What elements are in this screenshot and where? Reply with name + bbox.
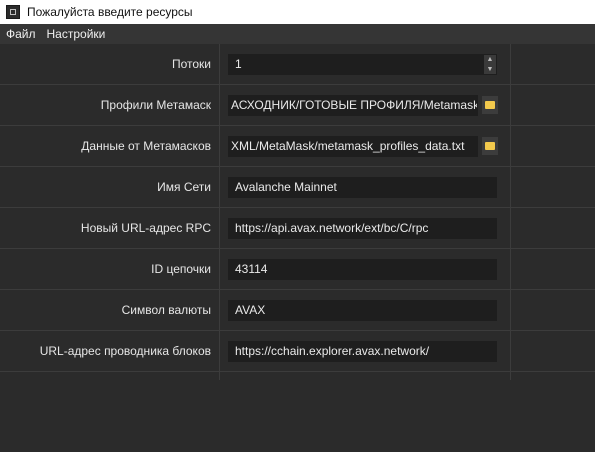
chain-id-label: ID цепочки <box>151 262 211 276</box>
profiles-path-input[interactable]: АСХОДНИК/ГОТОВЫЕ ПРОФИЛЯ/Metamask <box>228 95 478 116</box>
spin-down-icon[interactable]: ▼ <box>484 65 496 75</box>
profiles-label: Профили Метамаск <box>100 98 211 112</box>
network-name-input[interactable]: Avalanche Mainnet <box>228 177 497 198</box>
chain-id-input[interactable]: 43114 <box>228 259 497 280</box>
data-path-input[interactable]: XML/MetaMask/metamask_profiles_data.txt <box>228 136 478 157</box>
explorer-url-input[interactable]: https://cchain.explorer.avax.network/ <box>228 341 497 362</box>
form-row-profiles: Профили Метамаск АСХОДНИК/ГОТОВЫЕ ПРОФИЛ… <box>0 85 595 126</box>
form-row-network-name: Имя Сети Avalanche Mainnet <box>0 167 595 208</box>
folder-icon <box>485 142 495 150</box>
rpc-url-input[interactable]: https://api.avax.network/ext/bc/C/rpc <box>228 218 497 239</box>
menu-bar: Файл Настройки <box>0 24 595 44</box>
resource-form: Потоки 1 ▲ ▼ Профили Метамаск АСХОДНИК/Г… <box>0 44 595 372</box>
form-row-threads: Потоки 1 ▲ ▼ <box>0 44 595 85</box>
threads-label: Потоки <box>171 57 211 71</box>
form-row-explorer-url: URL-адрес проводника блоков https://ccha… <box>0 331 595 372</box>
window-title: Пожалуйста введите ресурсы <box>27 5 193 19</box>
app-icon <box>6 5 20 19</box>
data-browse-button[interactable] <box>482 137 498 155</box>
spin-up-icon[interactable]: ▲ <box>484 55 496 65</box>
form-row-chain-id: ID цепочки 43114 <box>0 249 595 290</box>
network-name-label: Имя Сети <box>157 180 211 194</box>
menu-settings[interactable]: Настройки <box>41 24 111 44</box>
menu-file[interactable]: Файл <box>0 24 41 44</box>
threads-spinbox[interactable]: 1 <box>228 54 497 75</box>
currency-input[interactable]: AVAX <box>228 300 497 321</box>
form-row-rpc-url: Новый URL-адрес RPC https://api.avax.net… <box>0 208 595 249</box>
form-row-data: Данные от Метамасков XML/MetaMask/metama… <box>0 126 595 167</box>
profiles-browse-button[interactable] <box>482 96 498 114</box>
spin-buttons[interactable]: ▲ ▼ <box>484 55 496 74</box>
data-label: Данные от Метамасков <box>81 139 211 153</box>
rpc-url-label: Новый URL-адрес RPC <box>80 221 211 235</box>
currency-label: Символ валюты <box>121 303 211 317</box>
title-bar: Пожалуйста введите ресурсы <box>0 0 595 24</box>
explorer-url-label: URL-адрес проводника блоков <box>39 344 211 358</box>
form-row-currency: Символ валюты AVAX <box>0 290 595 331</box>
folder-icon <box>485 101 495 109</box>
